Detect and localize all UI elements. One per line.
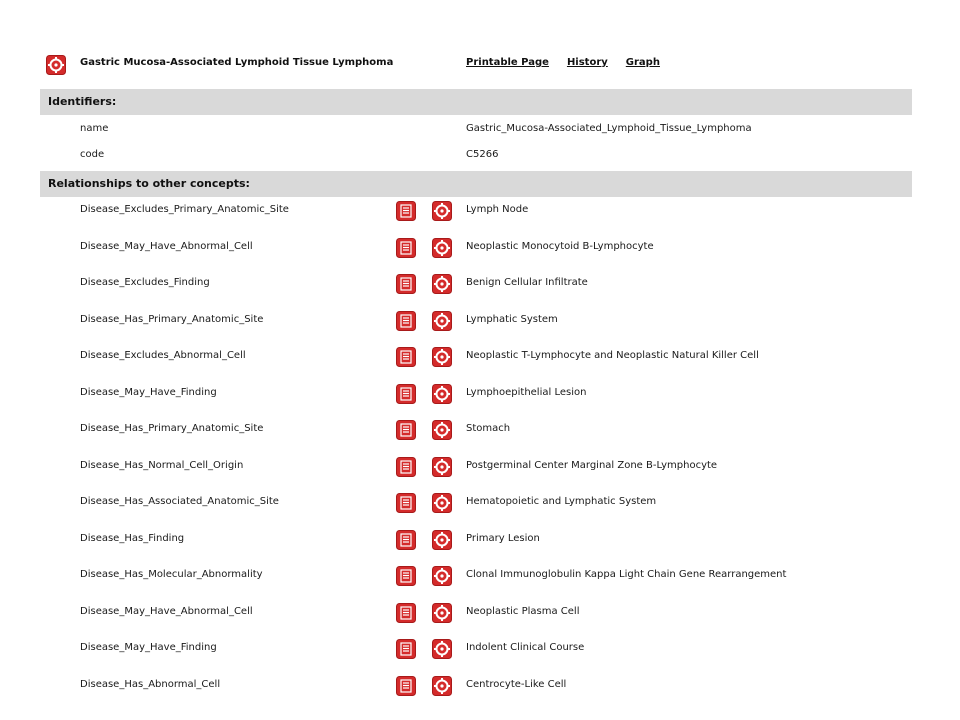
page-title: Gastric Mucosa-Associated Lymphoid Tissu… [80, 57, 394, 68]
relationship-name: Disease_May_Have_Abnormal_Cell [80, 240, 253, 252]
relationship-row: Disease_Has_Molecular_Abnormality Clonal [0, 566, 960, 588]
related-concept-link[interactable]: Primary Lesion [466, 533, 540, 544]
concept-target-icon[interactable] [432, 566, 452, 586]
related-concept-link[interactable]: Centrocyte-Like Cell [466, 679, 566, 690]
concept-target-icon[interactable] [432, 493, 452, 513]
related-concept-link[interactable]: Postgerminal Center Marginal Zone B-Lymp… [466, 460, 717, 471]
concept-target-icon[interactable] [432, 237, 452, 258]
concept-target-icon[interactable] [432, 274, 452, 294]
concept-target-icon[interactable] [432, 675, 452, 696]
relationship-row: Disease_Has_Primary_Anatomic_Site Stomac [0, 420, 960, 442]
document-list-icon[interactable] [396, 347, 416, 367]
document-list-icon[interactable] [396, 675, 416, 696]
identifier-value: Gastric_Mucosa-Associated_Lymphoid_Tissu… [466, 123, 752, 134]
concept-target-icon[interactable] [432, 639, 452, 659]
concept-target-icon[interactable] [46, 55, 66, 75]
document-list-icon[interactable] [396, 274, 416, 294]
header-links: Printable Page History Graph [466, 57, 660, 68]
identifiers-heading: Identifiers: [40, 89, 912, 115]
relationship-row: Disease_May_Have_Abnormal_Cell Neoplasti [0, 602, 960, 625]
document-list-icon[interactable] [396, 602, 416, 623]
relationship-row: Disease_Excludes_Finding Benign Cellular [0, 274, 960, 296]
relationship-row: Disease_May_Have_Finding Indolent Clinic [0, 639, 960, 661]
related-concept-link[interactable]: Neoplastic T-Lymphocyte and Neoplastic N… [466, 350, 759, 361]
document-list-icon[interactable] [396, 420, 416, 440]
relationship-name: Disease_Has_Primary_Anatomic_Site [80, 423, 264, 434]
document-list-icon[interactable] [396, 383, 416, 404]
relationship-row: Disease_Has_Finding Primary Lesion [0, 529, 960, 552]
relationship-name: Disease_Excludes_Abnormal_Cell [80, 350, 246, 361]
document-list-icon[interactable] [396, 529, 416, 550]
relationship-row: Disease_May_Have_Finding Lymphoepithelia [0, 383, 960, 406]
relationship-row: Disease_Has_Normal_Cell_Origin Postgermi [0, 456, 960, 479]
concept-target-icon[interactable] [432, 529, 452, 550]
identifier-value: C5266 [466, 149, 499, 160]
identifier-row: name Gastric_Mucosa-Associated_Lymphoid_… [80, 123, 880, 137]
history-link[interactable]: History [567, 57, 608, 68]
concept-target-icon[interactable] [432, 383, 452, 404]
related-concept-link[interactable]: Neoplastic Plasma Cell [466, 606, 579, 617]
related-concept-link[interactable]: Hematopoietic and Lymphatic System [466, 496, 656, 507]
related-concept-link[interactable]: Lymph Node [466, 204, 528, 215]
relationships-heading: Relationships to other concepts: [40, 171, 912, 197]
identifier-key: code [80, 149, 105, 160]
document-list-icon[interactable] [396, 493, 416, 513]
relationship-row: Disease_May_Have_Abnormal_Cell Neoplasti [0, 237, 960, 260]
concept-target-icon[interactable] [432, 420, 452, 440]
relationship-name: Disease_Excludes_Primary_Anatomic_Site [80, 204, 289, 215]
relationship-name: Disease_Has_Primary_Anatomic_Site [80, 313, 264, 325]
relationship-row: Disease_Has_Associated_Anatomic_Site Hem [0, 493, 960, 515]
relationship-name: Disease_Has_Associated_Anatomic_Site [80, 496, 279, 507]
relationship-name: Disease_Has_Finding [80, 532, 185, 544]
related-concept-link[interactable]: Benign Cellular Infiltrate [466, 277, 588, 288]
concept-target-icon[interactable] [432, 310, 452, 331]
relationship-name: Disease_May_Have_Abnormal_Cell [80, 605, 253, 617]
concept-target-icon[interactable] [432, 602, 452, 623]
relationship-row: Disease_Has_Abnormal_Cell Centrocyte-Lik [0, 675, 960, 698]
relationship-name: Disease_May_Have_Finding [80, 386, 217, 398]
relationship-name: Disease_May_Have_Finding [80, 642, 217, 653]
printable-page-link[interactable]: Printable Page [466, 57, 549, 68]
related-concept-link[interactable]: Lymphoepithelial Lesion [466, 387, 586, 398]
identifier-row: code C5266 [80, 149, 880, 163]
concept-target-icon[interactable] [432, 347, 452, 367]
relationship-name: Disease_Has_Abnormal_Cell [80, 678, 221, 690]
graph-link[interactable]: Graph [626, 57, 660, 68]
related-concept-link[interactable]: Neoplastic Monocytoid B-Lymphocyte [466, 241, 654, 252]
relationship-row: Disease_Excludes_Abnormal_Cell Neoplasti [0, 347, 960, 369]
relationship-name: Disease_Excludes_Finding [80, 277, 210, 288]
document-list-icon[interactable] [396, 237, 416, 258]
document-list-icon[interactable] [396, 566, 416, 586]
document-list-icon[interactable] [396, 201, 416, 221]
relationship-name: Disease_Has_Normal_Cell_Origin [80, 459, 244, 471]
relationship-row: Disease_Excludes_Primary_Anatomic_Site L [0, 201, 960, 223]
identifier-key: name [80, 123, 109, 134]
concept-target-icon[interactable] [432, 456, 452, 477]
related-concept-link[interactable]: Clonal Immunoglobulin Kappa Light Chain … [466, 569, 786, 580]
related-concept-link[interactable]: Indolent Clinical Course [466, 642, 584, 653]
relationship-row: Disease_Has_Primary_Anatomic_Site Lympha [0, 310, 960, 333]
document-list-icon[interactable] [396, 639, 416, 659]
related-concept-link[interactable]: Stomach [466, 423, 510, 434]
related-concept-link[interactable]: Lymphatic System [466, 314, 558, 325]
relationship-name: Disease_Has_Molecular_Abnormality [80, 569, 263, 580]
document-list-icon[interactable] [396, 456, 416, 477]
document-list-icon[interactable] [396, 310, 416, 331]
concept-target-icon[interactable] [432, 201, 452, 221]
